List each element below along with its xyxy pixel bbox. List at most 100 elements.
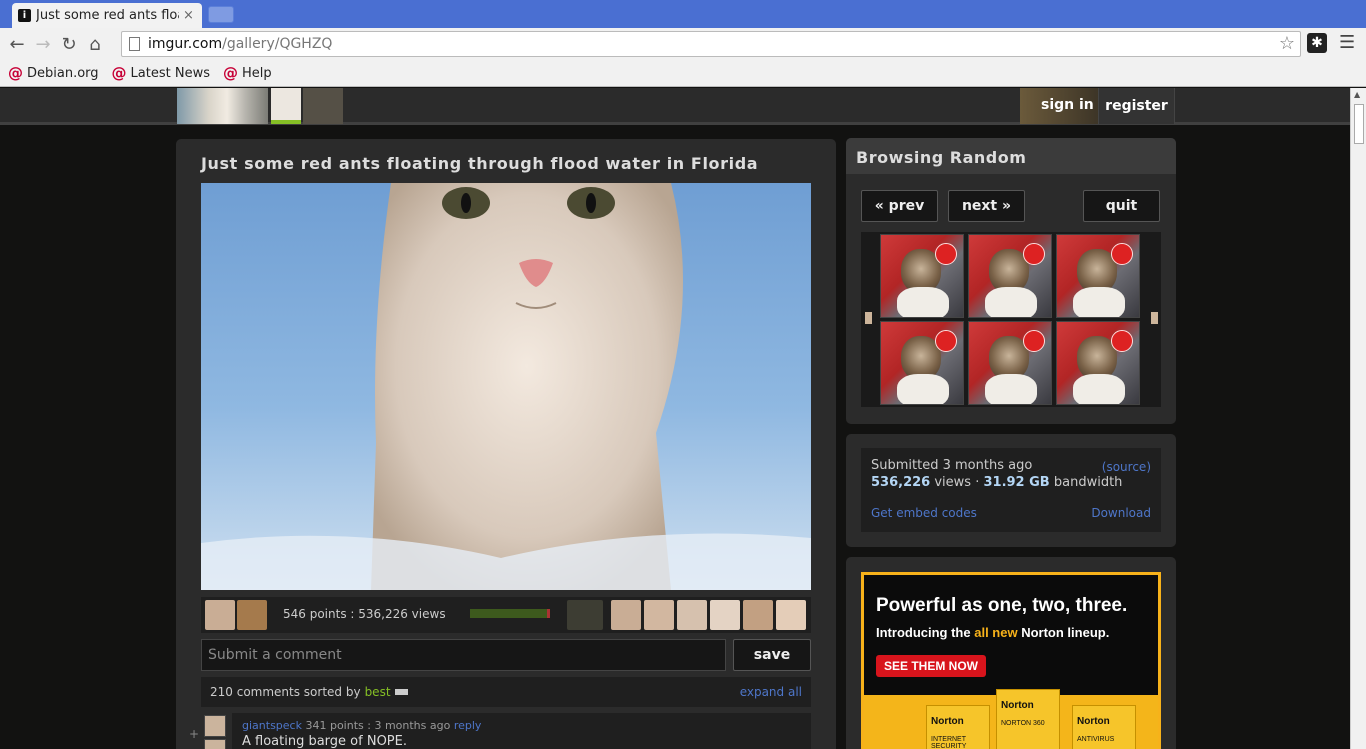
bookmark-debian[interactable]: @ Debian.org bbox=[8, 64, 99, 82]
sort-dropdown-icon[interactable] bbox=[394, 689, 408, 695]
extension-icon[interactable]: ✱ bbox=[1307, 33, 1327, 53]
save-button[interactable]: save bbox=[733, 639, 811, 671]
post-stats-bar: 546 points : 536,226 views bbox=[201, 597, 811, 633]
page-scrollbar[interactable]: ▲ bbox=[1350, 88, 1366, 749]
forward-arrow-icon[interactable]: → bbox=[30, 31, 56, 57]
embed-codes-link[interactable]: Get embed codes bbox=[871, 506, 977, 520]
expand-all-link[interactable]: expand all bbox=[740, 685, 802, 699]
prev-button[interactable]: « prev bbox=[861, 190, 938, 222]
reload-icon[interactable]: ↻ bbox=[56, 31, 82, 57]
ad-panel: Powerful as one, two, three. Introducing… bbox=[846, 557, 1176, 749]
ad-cta-button[interactable]: SEE THEM NOW bbox=[876, 655, 987, 677]
vote-ratio-bar bbox=[470, 609, 550, 618]
browse-heading: Browsing Random bbox=[846, 138, 1176, 174]
product-name: INTERNET SECURITY bbox=[931, 736, 967, 749]
bookmark-latest-news[interactable]: @ Latest News bbox=[112, 64, 210, 82]
norton-ad[interactable]: Powerful as one, two, three. Introducing… bbox=[861, 572, 1161, 749]
address-bar[interactable]: imgur.com/gallery/QGHZQ ☆ bbox=[121, 31, 1301, 57]
site-topbar: sign in register bbox=[0, 88, 1350, 125]
thumbnail[interactable] bbox=[567, 600, 603, 630]
bookmark-label: Debian.org bbox=[27, 65, 99, 81]
ad-sub-pre: Introducing the bbox=[876, 625, 971, 640]
source-link[interactable]: (source) bbox=[1102, 460, 1151, 474]
comment-text: A floating barge of NOPE. bbox=[242, 734, 407, 749]
browser-toolbar: ← → ↻ ⌂ imgur.com/gallery/QGHZQ ☆ ✱ ☰ bbox=[0, 28, 1366, 60]
comment-points: 341 points : 3 months ago bbox=[305, 719, 451, 732]
gallery-thumbnail[interactable] bbox=[880, 234, 964, 318]
views-count: 536,226 bbox=[871, 475, 931, 490]
bookmark-star-icon[interactable]: ☆ bbox=[1279, 33, 1295, 54]
comment-author-link[interactable]: giantspeck bbox=[242, 719, 302, 732]
ad-headline: Powerful as one, two, three. bbox=[876, 595, 1128, 616]
product-brand: Norton bbox=[1001, 700, 1034, 711]
post-image[interactable] bbox=[201, 183, 811, 590]
thumbnail[interactable] bbox=[644, 600, 674, 630]
scroll-right-icon[interactable] bbox=[1151, 312, 1158, 324]
comment-input[interactable]: Submit a comment bbox=[201, 639, 726, 671]
quit-button[interactable]: quit bbox=[1083, 190, 1160, 222]
avatar bbox=[204, 739, 226, 749]
expand-comment-icon[interactable]: + bbox=[189, 727, 199, 741]
scroll-up-icon[interactable]: ▲ bbox=[1354, 90, 1360, 99]
bookmark-help[interactable]: @ Help bbox=[223, 64, 272, 82]
thumbnail[interactable] bbox=[237, 600, 267, 630]
product-box: Norton INTERNET SECURITY bbox=[926, 705, 990, 749]
debian-swirl-icon: @ bbox=[222, 64, 238, 82]
topbar-thumb[interactable] bbox=[177, 88, 268, 124]
comment-body: giantspeck 341 points : 3 months ago rep… bbox=[232, 713, 811, 749]
download-link[interactable]: Download bbox=[1091, 506, 1151, 520]
debian-swirl-icon: @ bbox=[8, 64, 23, 82]
url-path: /gallery/QGHZQ bbox=[222, 36, 333, 52]
debian-swirl-icon: @ bbox=[111, 64, 127, 82]
post-panel: Just some red ants floating through floo… bbox=[176, 139, 836, 749]
reply-link[interactable]: reply bbox=[454, 719, 482, 732]
gallery-thumbnail[interactable] bbox=[1056, 321, 1140, 405]
browser-menu-icon[interactable]: ☰ bbox=[1339, 32, 1355, 53]
home-icon[interactable]: ⌂ bbox=[82, 31, 108, 57]
browser-tab[interactable]: i Just some red ants floa × bbox=[12, 3, 202, 28]
ad-product-area: Norton INTERNET SECURITY Norton NORTON 3… bbox=[864, 689, 1158, 749]
thumbnail[interactable] bbox=[776, 600, 806, 630]
ad-sub-post: Norton lineup. bbox=[1021, 625, 1110, 640]
image-info: Submitted 3 months ago 536,226 views · 3… bbox=[861, 448, 1161, 532]
gallery-thumbnail[interactable] bbox=[880, 321, 964, 405]
gallery-thumbnail[interactable] bbox=[968, 321, 1052, 405]
kitten-photo bbox=[201, 183, 811, 590]
avatar[interactable] bbox=[204, 715, 226, 737]
browse-panel: Browsing Random « prev next » quit bbox=[846, 138, 1176, 424]
comment-meta: giantspeck 341 points : 3 months ago rep… bbox=[242, 719, 801, 732]
thumbnail[interactable] bbox=[743, 600, 773, 630]
tab-close-icon[interactable]: × bbox=[183, 8, 194, 23]
bandwidth-label: bandwidth bbox=[1053, 475, 1123, 490]
sort-selector[interactable]: best bbox=[365, 685, 391, 699]
new-tab-button[interactable] bbox=[208, 6, 234, 23]
register-button[interactable]: register bbox=[1098, 88, 1175, 124]
sign-in-link[interactable]: sign in bbox=[1041, 97, 1094, 113]
product-name: ANTIVIRUS bbox=[1077, 736, 1115, 743]
page-icon bbox=[129, 37, 140, 51]
bookmark-label: Help bbox=[241, 65, 272, 81]
bookmarks-bar: @ Debian.org @ Latest News @ Help bbox=[0, 60, 1366, 87]
thumbnail[interactable] bbox=[677, 600, 707, 630]
views-label: views · bbox=[934, 475, 980, 490]
product-brand: Norton bbox=[931, 716, 964, 727]
scrollbar-thumb[interactable] bbox=[1354, 104, 1364, 144]
scroll-left-icon[interactable] bbox=[865, 312, 872, 324]
topbar-thumb-current[interactable] bbox=[271, 88, 301, 124]
comments-count: 210 comments sorted by bbox=[210, 685, 361, 699]
product-box: Norton ANTIVIRUS bbox=[1072, 705, 1136, 749]
gallery-thumbnail[interactable] bbox=[1056, 234, 1140, 318]
url-host: imgur.com bbox=[148, 36, 223, 52]
next-button[interactable]: next » bbox=[948, 190, 1025, 222]
back-arrow-icon[interactable]: ← bbox=[4, 31, 30, 57]
thumbnail[interactable] bbox=[205, 600, 235, 630]
image-info-panel: Submitted 3 months ago 536,226 views · 3… bbox=[846, 434, 1176, 547]
imgur-favicon-icon: i bbox=[18, 9, 31, 22]
bandwidth-amount: 31.92 GB bbox=[983, 475, 1050, 490]
thumbnail[interactable] bbox=[611, 600, 641, 630]
gallery-thumbnail[interactable] bbox=[968, 234, 1052, 318]
thumbnail[interactable] bbox=[710, 600, 740, 630]
tab-title: Just some red ants floa bbox=[36, 8, 179, 23]
post-title: Just some red ants floating through floo… bbox=[201, 154, 759, 173]
topbar-thumb[interactable] bbox=[303, 88, 343, 124]
